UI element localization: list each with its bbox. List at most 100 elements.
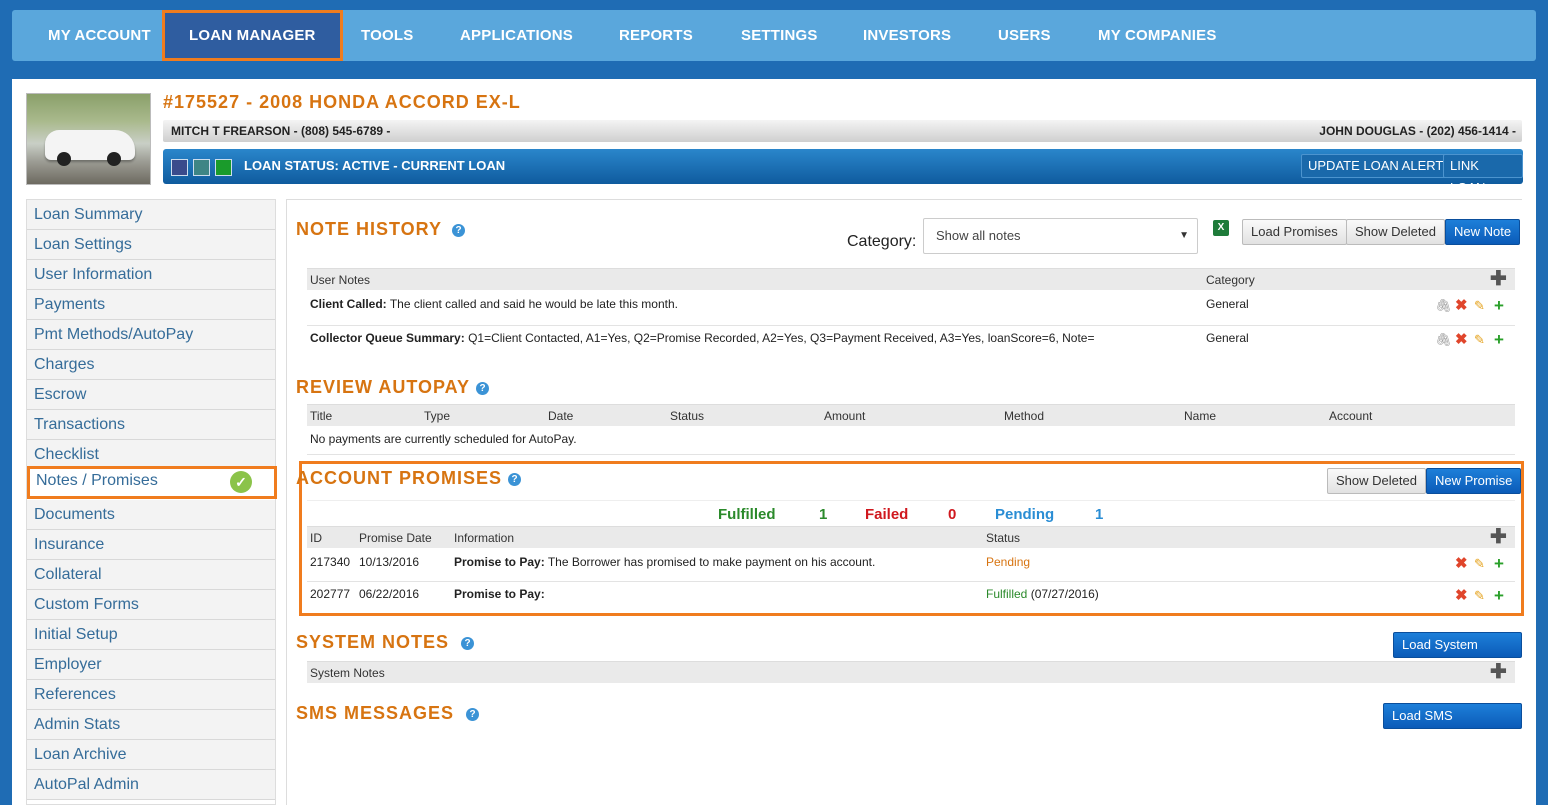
load-sms-messages-button[interactable]: Load SMS Messages [1383, 703, 1522, 747]
column-header-system-notes[interactable]: System Notes [310, 666, 385, 680]
delete-icon[interactable]: ✖ [1455, 332, 1468, 347]
help-icon[interactable]: ? [476, 381, 490, 395]
sidebar-item-escrow[interactable]: Escrow [27, 380, 275, 410]
add-icon[interactable]: + [1494, 297, 1506, 314]
sidebar-item-user-information[interactable]: User Information [27, 260, 275, 290]
attachment-icon[interactable]: 🖇 [1435, 299, 1452, 312]
nav-applications[interactable]: APPLICATIONS [436, 10, 597, 61]
help-icon[interactable]: ? [508, 472, 522, 486]
column-header-amount[interactable]: Amount [824, 409, 865, 423]
failed-label: Failed [865, 506, 909, 523]
column-header-id[interactable]: ID [310, 531, 322, 545]
nav-reports[interactable]: REPORTS [595, 10, 717, 61]
row-divider [307, 581, 1515, 582]
category-select[interactable]: Show all notes ▼ [923, 218, 1198, 254]
attachment-icon[interactable]: 🖇 [1435, 333, 1452, 346]
edit-icon[interactable]: ✎ [1474, 299, 1486, 312]
check-icon: ✓ [230, 471, 252, 493]
loan-status-bar: LOAN STATUS: ACTIVE - CURRENT LOAN UPDAT… [163, 149, 1523, 195]
help-icon[interactable]: ? [466, 707, 480, 721]
nav-my-account[interactable]: MY ACCOUNT [24, 10, 175, 61]
column-header-title[interactable]: Title [310, 409, 332, 423]
note-label: Client Called: [310, 297, 387, 311]
promise-information: Promise to Pay: [454, 587, 545, 601]
sidebar-item-loan-summary[interactable]: Loan Summary [27, 200, 275, 230]
nav-users[interactable]: USERS [974, 10, 1075, 61]
add-column-icon[interactable]: ✚ [1490, 269, 1507, 289]
sidebar-item-charges[interactable]: Charges [27, 350, 275, 380]
excel-export-icon[interactable]: X [1213, 220, 1229, 236]
edit-icon[interactable]: ✎ [1474, 557, 1486, 570]
sidebar-item-collateral[interactable]: Collateral [27, 560, 275, 590]
add-icon[interactable]: + [1494, 331, 1506, 348]
sidebar-item-autopal-admin[interactable]: AutoPal Admin [27, 770, 275, 800]
pending-label: Pending [995, 506, 1055, 523]
sidebar-item-insurance[interactable]: Insurance [27, 530, 275, 560]
review-autopay-title-text: REVIEW AUTOPAY [296, 377, 471, 397]
add-icon[interactable]: + [1494, 555, 1506, 572]
nav-my-companies[interactable]: MY COMPANIES [1074, 10, 1241, 61]
promise-information: Promise to Pay: The Borrower has promise… [454, 555, 875, 569]
add-icon[interactable]: + [1494, 587, 1506, 604]
sidebar-item-initial-setup[interactable]: Initial Setup [27, 620, 275, 650]
column-header-promise-date[interactable]: Promise Date [359, 531, 432, 545]
column-header-type[interactable]: Type [424, 409, 450, 423]
column-header-user-notes[interactable]: User Notes [310, 273, 370, 287]
promise-status-pending: Pending [986, 555, 1031, 569]
delete-icon[interactable]: ✖ [1455, 588, 1468, 603]
sidebar-item-references[interactable]: References [27, 680, 275, 710]
edit-icon[interactable]: ✎ [1474, 589, 1486, 602]
sidebar-item-payments[interactable]: Payments [27, 290, 275, 320]
note-text: The client called and said he would be l… [389, 297, 678, 311]
column-header-method[interactable]: Method [1004, 409, 1044, 423]
new-note-button[interactable]: New Note [1445, 219, 1521, 245]
sidebar-item-documents[interactable]: Documents [27, 500, 275, 530]
nav-tools[interactable]: TOOLS [337, 10, 437, 61]
sidebar-item-loan-settings[interactable]: Loan Settings [27, 230, 275, 260]
column-header-status[interactable]: Status [986, 531, 1020, 545]
sidebar-item-transactions[interactable]: Transactions [27, 410, 275, 440]
collector-contact[interactable]: JOHN DOUGLAS - (202) 456-1414 - [1319, 124, 1516, 138]
nav-settings[interactable]: SETTINGS [717, 10, 842, 61]
add-column-icon[interactable]: ✚ [1490, 527, 1507, 547]
load-system-notes-button[interactable]: Load System Notes [1393, 632, 1522, 676]
help-icon[interactable]: ? [452, 223, 466, 237]
column-header-name[interactable]: Name [1184, 409, 1216, 423]
nav-investors[interactable]: INVESTORS [839, 10, 975, 61]
show-deleted-notes-button[interactable]: Show Deleted [1346, 219, 1445, 245]
link-loan-button[interactable]: LINK LOAN [1443, 154, 1523, 195]
sidebar-item-custom-forms[interactable]: Custom Forms [27, 590, 275, 620]
sms-messages-title-text: SMS MESSAGES [296, 703, 455, 723]
help-icon[interactable]: ? [461, 636, 475, 650]
note-row: Collector Queue Summary: Q1=Client Conta… [310, 331, 1094, 345]
column-header-account[interactable]: Account [1329, 409, 1372, 423]
delete-icon[interactable]: ✖ [1455, 298, 1468, 313]
borrower-contact[interactable]: MITCH T FREARSON - (808) 545-6789 - [171, 124, 390, 138]
sidebar-item-pmt-methods[interactable]: Pmt Methods/AutoPay [27, 320, 275, 350]
status-square-blue[interactable] [171, 159, 188, 176]
update-loan-alert-button[interactable]: UPDATE LOAN ALERT [1301, 154, 1451, 178]
loan-sidebar: Loan Summary Loan Settings User Informat… [26, 199, 277, 805]
column-header-date[interactable]: Date [548, 409, 573, 423]
nav-loan-manager[interactable]: LOAN MANAGER [162, 10, 343, 61]
status-square-teal[interactable] [193, 159, 210, 176]
edit-icon[interactable]: ✎ [1474, 333, 1486, 346]
delete-icon[interactable]: ✖ [1455, 556, 1468, 571]
column-header-information[interactable]: Information [454, 531, 514, 545]
system-notes-table-header: System Notes ✚ [307, 661, 1515, 683]
show-deleted-promises-button[interactable]: Show Deleted [1327, 468, 1426, 494]
loan-status-text: LOAN STATUS: ACTIVE - CURRENT LOAN [244, 158, 506, 173]
sidebar-item-loan-archive[interactable]: Loan Archive [27, 740, 275, 770]
status-square-green[interactable] [215, 159, 232, 176]
add-column-icon[interactable]: ✚ [1490, 662, 1507, 682]
sidebar-item-admin-stats[interactable]: Admin Stats [27, 710, 275, 740]
sidebar-item-notes-promises[interactable]: Notes / Promises ✓ [27, 466, 277, 499]
account-promises-title-text: ACCOUNT PROMISES [296, 468, 503, 488]
note-row: Client Called: The client called and sai… [310, 297, 678, 311]
column-header-category[interactable]: Category [1206, 273, 1255, 287]
new-promise-button[interactable]: New Promise [1426, 468, 1522, 494]
note-text: Q1=Client Contacted, A1=Yes, Q2=Promise … [468, 331, 1095, 345]
sidebar-item-employer[interactable]: Employer [27, 650, 275, 680]
column-header-status[interactable]: Status [670, 409, 704, 423]
load-promises-button[interactable]: Load Promises [1242, 219, 1347, 245]
